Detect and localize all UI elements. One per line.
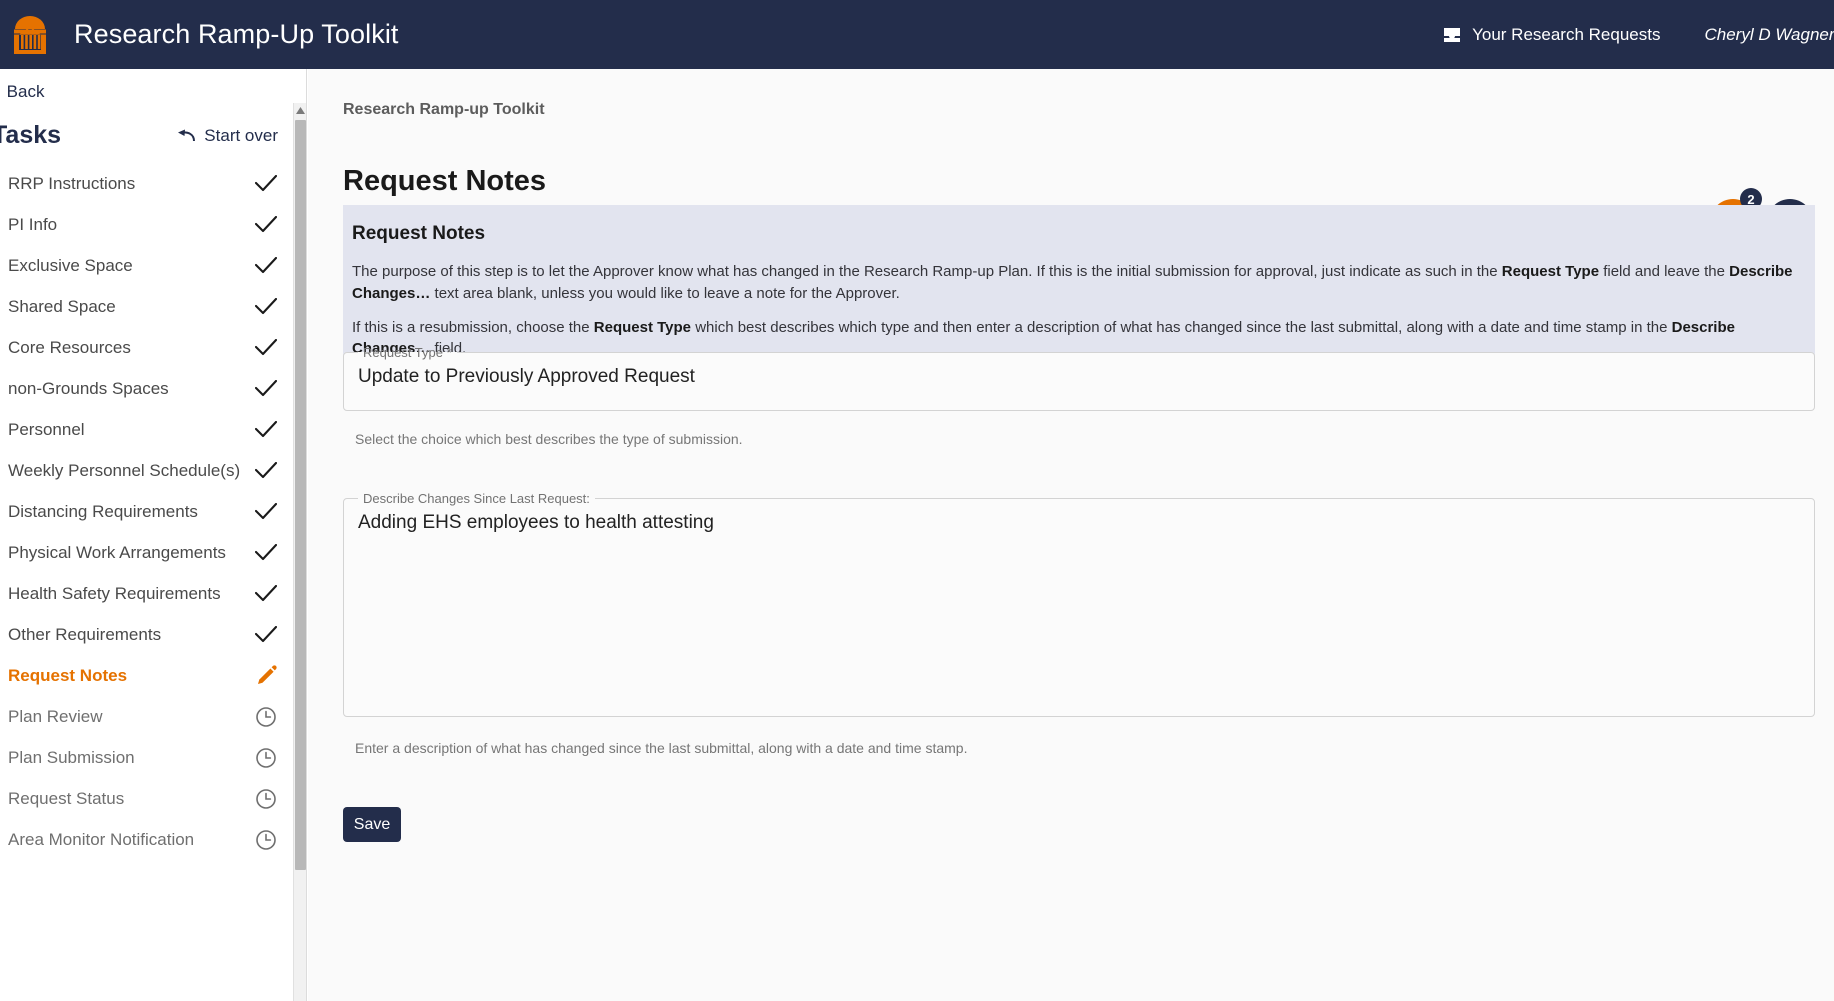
describe-changes-value[interactable]: Adding EHS employees to health attesting	[344, 506, 1814, 686]
describe-changes-field[interactable]: Describe Changes Since Last Request: Add…	[343, 491, 1815, 717]
check-icon	[254, 500, 278, 524]
sidebar-task-label: RRP Instructions	[8, 173, 136, 193]
start-over-label: Start over	[204, 125, 278, 145]
sidebar-task-label: Other Requirements	[8, 624, 162, 644]
task-sidebar: ‹ Back Tasks Start over RRP Instructions…	[0, 69, 307, 1001]
sidebar-task-label: Area Monitor Notification	[8, 829, 195, 849]
main-content-area: Research Ramp-up Toolkit Request Notes 2…	[308, 69, 1834, 1001]
start-over-button[interactable]: Start over	[177, 126, 278, 146]
check-icon	[254, 172, 278, 196]
top-navigation-bar: Research Ramp-Up Toolkit Your Research R…	[0, 0, 1834, 69]
check-icon	[254, 254, 278, 278]
request-type-value[interactable]: Update to Previously Approved Request	[344, 360, 1814, 404]
your-research-requests-link[interactable]: Your Research Requests	[1442, 25, 1660, 45]
sidebar-task-label: Exclusive Space	[8, 255, 133, 275]
info-p2-text1: If this is a resubmission, choose the	[352, 318, 594, 336]
request-type-hint: Select the choice which best describes t…	[355, 431, 743, 447]
tasks-header: Tasks Start over	[0, 121, 278, 150]
sidebar-task-request-notes[interactable]: Request Notes	[0, 655, 297, 696]
check-icon	[254, 623, 278, 647]
describe-changes-hint: Enter a description of what has changed …	[355, 740, 968, 756]
sidebar-task-non-grounds-spaces[interactable]: non-Grounds Spaces	[0, 368, 297, 409]
clock-icon	[254, 705, 278, 729]
describe-changes-label: Describe Changes Since Last Request:	[363, 491, 590, 506]
scroll-up-arrow-icon[interactable]	[294, 103, 306, 118]
sidebar-task-pi-info[interactable]: PI Info	[0, 204, 297, 245]
sidebar-task-rrp-instructions[interactable]: RRP Instructions	[0, 163, 297, 204]
sidebar-task-label: Shared Space	[8, 296, 116, 316]
sidebar-task-health-safety-requirements[interactable]: Health Safety Requirements	[0, 573, 297, 614]
your-research-requests-label: Your Research Requests	[1472, 24, 1661, 44]
inbox-icon	[1442, 25, 1462, 45]
info-p1-bold1: Request Type	[1501, 263, 1600, 280]
clock-icon	[254, 746, 278, 770]
sidebar-task-other-requirements[interactable]: Other Requirements	[0, 614, 297, 655]
rotunda-logo-icon[interactable]	[6, 11, 54, 59]
sidebar-task-label: Core Resources	[8, 337, 131, 357]
sidebar-scrollbar[interactable]	[293, 103, 306, 1001]
sidebar-task-label: Personnel	[8, 419, 85, 439]
sidebar-task-label: PI Info	[8, 214, 58, 234]
back-button[interactable]: ‹ Back	[0, 82, 45, 102]
check-icon	[254, 336, 278, 360]
sidebar-task-physical-work-arrangements[interactable]: Physical Work Arrangements	[0, 532, 297, 573]
check-icon	[254, 418, 278, 442]
sidebar-task-weekly-personnel-schedule-s[interactable]: Weekly Personnel Schedule(s)	[0, 450, 297, 491]
sidebar-task-label: Health Safety Requirements	[8, 583, 221, 603]
sidebar-scrollbar-thumb[interactable]	[295, 120, 306, 870]
request-type-label: Request Type *	[363, 345, 452, 360]
sidebar-task-plan-submission[interactable]: Plan Submission	[0, 737, 297, 778]
undo-arrow-icon	[177, 129, 196, 143]
sidebar-task-label: Plan Review	[8, 706, 103, 726]
info-p1-text2: field and leave the	[1599, 263, 1730, 280]
sidebar-task-label: Physical Work Arrangements	[8, 542, 226, 562]
logged-in-user-name[interactable]: Cheryl D Wagner (cdr9	[1704, 25, 1834, 45]
check-icon	[254, 459, 278, 483]
sidebar-task-request-status[interactable]: Request Status	[0, 778, 297, 819]
back-label: Back	[6, 82, 45, 101]
check-icon	[254, 295, 278, 319]
info-panel-title: Request Notes	[352, 223, 486, 244]
tasks-title: Tasks	[0, 121, 62, 149]
sidebar-task-plan-review[interactable]: Plan Review	[0, 696, 297, 737]
sidebar-task-distancing-requirements[interactable]: Distancing Requirements	[0, 491, 297, 532]
check-icon	[254, 213, 278, 237]
sidebar-task-label: Weekly Personnel Schedule(s)	[8, 460, 241, 480]
info-panel-paragraph-1: The purpose of this step is to let the A…	[352, 261, 1806, 305]
info-p1-text1: The purpose of this step is to let the A…	[352, 263, 1502, 280]
sidebar-task-label: Request Notes	[8, 665, 128, 685]
info-p2-text2: which best describes which type and then…	[691, 318, 1672, 336]
check-icon	[254, 582, 278, 606]
page-title: Research Ramp-Up Toolkit	[74, 19, 399, 49]
info-p1-text3: text area blank, unless you would like t…	[430, 284, 900, 302]
sidebar-task-exclusive-space[interactable]: Exclusive Space	[0, 245, 297, 286]
check-icon	[254, 377, 278, 401]
sidebar-task-area-monitor-notification[interactable]: Area Monitor Notification	[0, 819, 297, 860]
sidebar-task-label: Distancing Requirements	[8, 501, 198, 521]
sidebar-task-core-resources[interactable]: Core Resources	[0, 327, 297, 368]
clock-icon	[254, 787, 278, 811]
save-button[interactable]: Save	[343, 807, 401, 842]
sidebar-task-personnel[interactable]: Personnel	[0, 409, 297, 450]
breadcrumb: Research Ramp-up Toolkit	[343, 101, 545, 118]
section-heading: Request Notes	[343, 165, 547, 197]
sidebar-task-label: non-Grounds Spaces	[8, 378, 169, 398]
sidebar-task-label: Request Status	[8, 788, 125, 808]
request-type-field[interactable]: Request Type * Update to Previously Appr…	[343, 345, 1815, 411]
info-p2-bold1: Request Type	[593, 318, 692, 336]
sidebar-task-label: Plan Submission	[8, 747, 135, 767]
sidebar-task-shared-space[interactable]: Shared Space	[0, 286, 297, 327]
task-list: RRP Instructions PI Info Exclusive Space Sh…	[0, 163, 297, 1001]
check-icon	[254, 541, 278, 565]
top-nav-right-group: Your Research Requests Cheryl D Wagner (…	[1442, 0, 1834, 69]
clock-icon	[254, 828, 278, 852]
pencil-icon	[254, 664, 278, 688]
